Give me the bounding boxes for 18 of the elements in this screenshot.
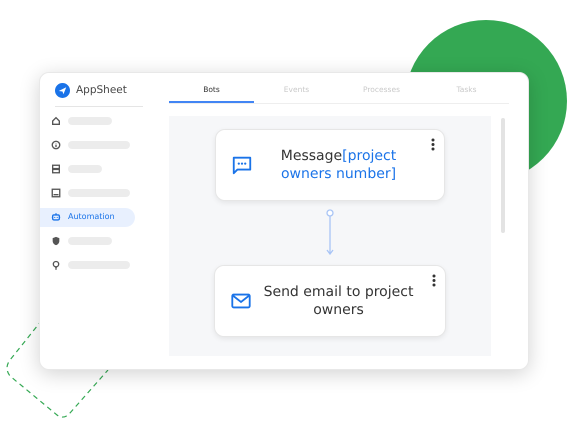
- more-options-icon[interactable]: [431, 138, 435, 152]
- connector-arrow: [325, 209, 335, 258]
- step-card[interactable]: Message[project owners number]: [215, 129, 445, 202]
- step-card[interactable]: Send email to project owners: [214, 265, 446, 338]
- step-title: Message[project owners number]: [280, 147, 398, 184]
- sidebar-item[interactable]: Automation: [40, 208, 135, 227]
- app-name: AppSheet: [76, 83, 127, 98]
- storage-icon: [51, 164, 61, 174]
- home-icon: [51, 116, 61, 126]
- shield-icon: [51, 236, 61, 246]
- step-title: Send email to project owners: [262, 283, 414, 320]
- more-options-icon[interactable]: [432, 274, 436, 288]
- robot-icon: [51, 212, 61, 222]
- app-logo-icon: [55, 83, 70, 98]
- chat-icon: [231, 154, 253, 176]
- info-icon: [51, 140, 61, 150]
- image-icon: [51, 188, 61, 198]
- lightbulb-icon: [51, 260, 61, 270]
